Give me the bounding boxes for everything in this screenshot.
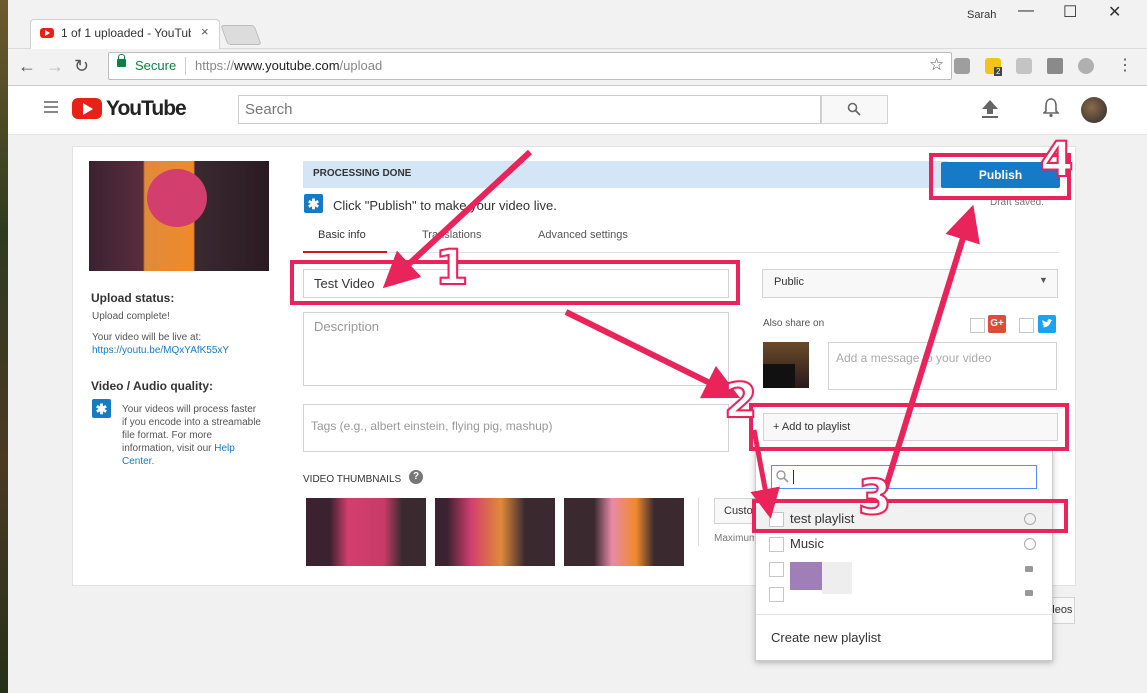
step-1-label: 1 bbox=[434, 239, 469, 297]
arrow-4 bbox=[882, 204, 980, 491]
step-2-label: 2 bbox=[723, 372, 758, 430]
step-3-label: 3 bbox=[857, 469, 892, 527]
step-4-label: 4 bbox=[1039, 131, 1074, 189]
annotation-arrows bbox=[382, 149, 980, 519]
arrow-3 bbox=[750, 429, 780, 519]
arrow-2 bbox=[564, 309, 741, 399]
